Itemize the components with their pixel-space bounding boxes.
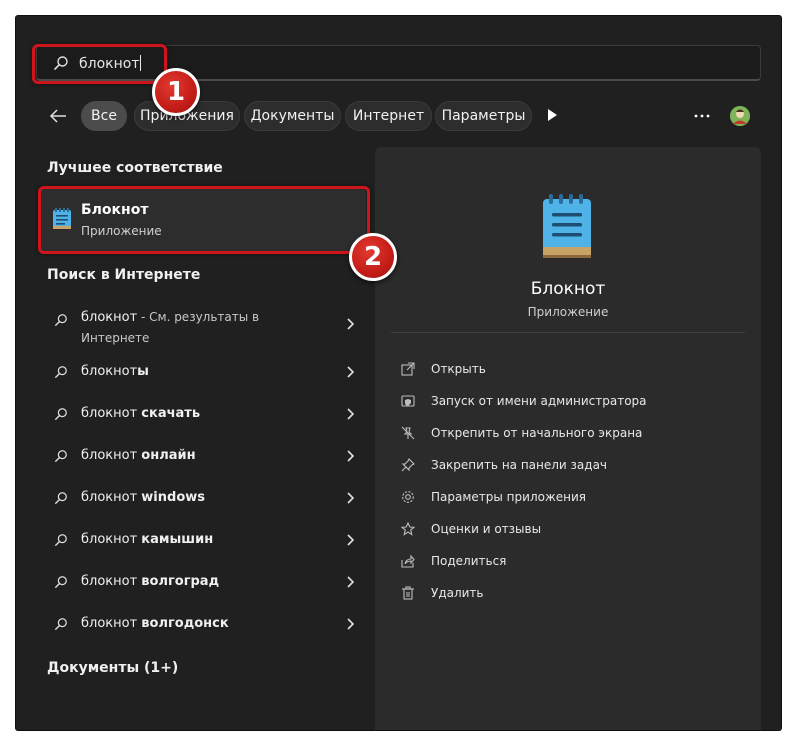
web-result-label: блокнот волгодонск xyxy=(81,616,229,631)
search-icon xyxy=(54,575,68,594)
filter-documents[interactable]: Документы xyxy=(244,101,341,131)
action-run-as-admin[interactable]: Запуск от имени администратора xyxy=(401,390,741,422)
web-result-label: блокнот - См. результаты в Интернете xyxy=(81,310,260,345)
open-icon xyxy=(401,362,415,376)
web-result-label: блокнот волгоград xyxy=(81,574,220,589)
search-icon xyxy=(54,407,68,426)
web-result-item[interactable]: блокнот волгоград xyxy=(40,561,366,603)
action-open[interactable]: Открыть xyxy=(401,358,741,390)
web-result-label: блокнот скачать xyxy=(81,406,201,421)
chevron-right-icon xyxy=(346,617,355,635)
app-preview-pane: Блокнот Приложение Открыть Запуск от име… xyxy=(375,147,761,730)
documents-heading[interactable]: Документы (1+) xyxy=(47,660,178,676)
filter-settings[interactable]: Параметры xyxy=(435,101,532,131)
search-icon xyxy=(54,533,68,552)
web-results-list: блокнот - См. результаты в Интернете блок… xyxy=(40,299,366,645)
chevron-right-icon xyxy=(346,575,355,593)
more-options-icon[interactable] xyxy=(694,104,710,129)
web-result-label: блокнот онлайн xyxy=(81,448,196,463)
chevron-right-icon xyxy=(346,365,355,383)
chevron-right-icon xyxy=(346,491,355,509)
web-result-label: блокнот камышин xyxy=(81,532,214,547)
divider xyxy=(391,332,745,333)
filter-bar: Все Приложения Документы Интернет Параме… xyxy=(36,100,761,132)
action-pin-taskbar[interactable]: Закрепить на панели задач xyxy=(401,454,741,486)
web-result-item[interactable]: блокнот камышин xyxy=(40,519,366,561)
action-unpin-start[interactable]: Открепить от начального экрана xyxy=(401,422,741,454)
search-panel: блокнот Все Приложения Документы Интерне… xyxy=(16,16,781,730)
action-share[interactable]: Поделиться xyxy=(401,550,741,582)
filter-all[interactable]: Все xyxy=(81,101,127,131)
web-result-label: блокнот windows xyxy=(81,490,206,505)
unpin-icon xyxy=(401,426,415,440)
web-result-item[interactable]: блокноты xyxy=(40,351,366,393)
preview-app-kind: Приложение xyxy=(527,305,609,319)
preview-app-name: Блокнот xyxy=(530,279,606,299)
search-icon xyxy=(54,617,68,636)
gear-icon xyxy=(401,490,415,504)
star-icon xyxy=(400,521,416,536)
best-match-highlight-frame xyxy=(38,186,370,254)
chevron-right-icon xyxy=(346,533,355,551)
chevron-right-icon xyxy=(346,449,355,467)
pin-icon xyxy=(401,458,415,472)
search-icon xyxy=(54,313,68,332)
web-result-item[interactable]: блокнот волгодонск xyxy=(40,603,366,645)
web-result-item[interactable]: блокнот скачать xyxy=(40,393,366,435)
action-uninstall[interactable]: Удалить xyxy=(401,582,741,614)
web-search-heading: Поиск в Интернете xyxy=(47,267,201,283)
best-match-heading: Лучшее соответствие xyxy=(47,160,223,176)
search-icon xyxy=(54,491,68,510)
web-result-item[interactable]: блокнот windows xyxy=(40,477,366,519)
search-icon xyxy=(54,365,68,384)
notepad-app-icon xyxy=(541,193,593,264)
web-result-item[interactable]: блокнот онлайн xyxy=(40,435,366,477)
search-highlight-frame xyxy=(32,44,167,84)
chevron-right-icon xyxy=(346,317,355,335)
action-rate-review[interactable]: Оценки и отзывы xyxy=(400,518,741,550)
admin-shield-icon xyxy=(401,394,415,408)
action-app-settings[interactable]: Параметры приложения xyxy=(401,486,741,518)
chevron-right-icon xyxy=(346,407,355,425)
step-marker-1: 1 xyxy=(152,68,200,116)
step-marker-2: 2 xyxy=(349,233,397,281)
back-arrow-icon[interactable] xyxy=(48,106,70,126)
filter-internet[interactable]: Интернет xyxy=(345,101,432,131)
share-icon xyxy=(401,554,415,568)
more-filters-arrow-icon[interactable] xyxy=(546,108,558,127)
search-icon xyxy=(54,449,68,468)
actions-list: Открыть Запуск от имени администратора О… xyxy=(400,358,741,614)
web-result-item[interactable]: блокнот - См. результаты в Интернете xyxy=(40,299,366,351)
web-result-label: блокноты xyxy=(81,364,149,379)
trash-icon xyxy=(401,586,415,600)
user-avatar[interactable] xyxy=(730,106,750,126)
